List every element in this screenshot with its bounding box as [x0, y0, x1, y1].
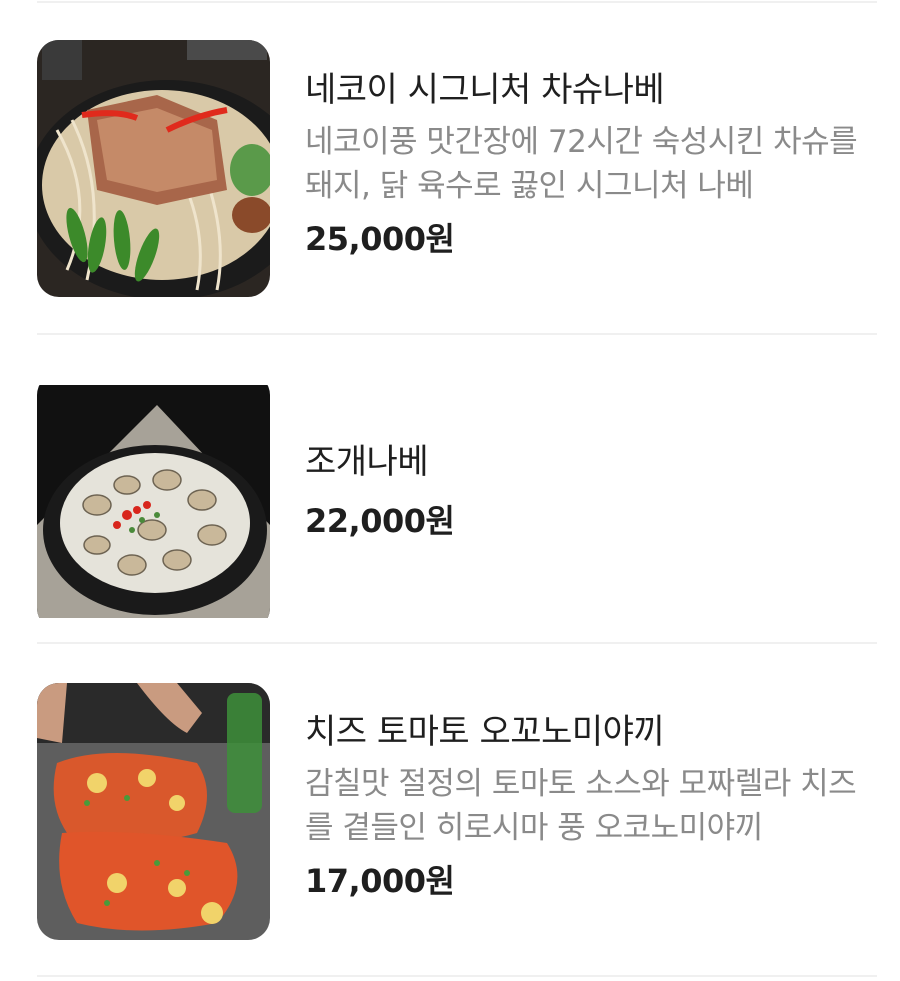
menu-item-image[interactable] [37, 373, 270, 630]
clam-nabe-photo [37, 385, 270, 618]
divider [37, 975, 877, 977]
menu-item-name[interactable]: 네코이 시그니처 차슈나베 [305, 68, 865, 112]
chashu-nabe-photo [37, 40, 270, 297]
menu-item-price: 22,000원 [305, 502, 455, 540]
menu-item-price: 25,000원 [305, 220, 455, 258]
menu-item-price: 17,000원 [305, 862, 455, 900]
menu-item-info: 네코이 시그니처 차슈나베 네코이풍 맛간장에 72시간 숙성시킨 차슈를 돼지… [305, 68, 865, 260]
menu-item-name[interactable]: 조개나베 [305, 440, 865, 484]
divider [37, 333, 877, 335]
divider [37, 1, 877, 3]
menu-item-image[interactable] [37, 683, 270, 940]
menu-item-description: 네코이풍 맛간장에 72시간 숙성시킨 차슈를 돼지, 닭 육수로 끓인 시그니… [305, 124, 858, 204]
okonomiyaki-photo [37, 683, 270, 940]
menu-item-name[interactable]: 치즈 토마토 오꼬노미야끼 [305, 710, 865, 754]
divider [37, 642, 877, 644]
menu-item-info: 조개나베 22,000원 [305, 440, 865, 542]
menu-item-info: 치즈 토마토 오꼬노미야끼 감칠맛 절정의 토마토 소스와 모짜렐라 치즈를 곁… [305, 710, 865, 902]
menu-item-image[interactable] [37, 40, 270, 297]
menu-item-description: 감칠맛 절정의 토마토 소스와 모짜렐라 치즈를 곁들인 히로시마 풍 오코노미… [305, 766, 857, 846]
